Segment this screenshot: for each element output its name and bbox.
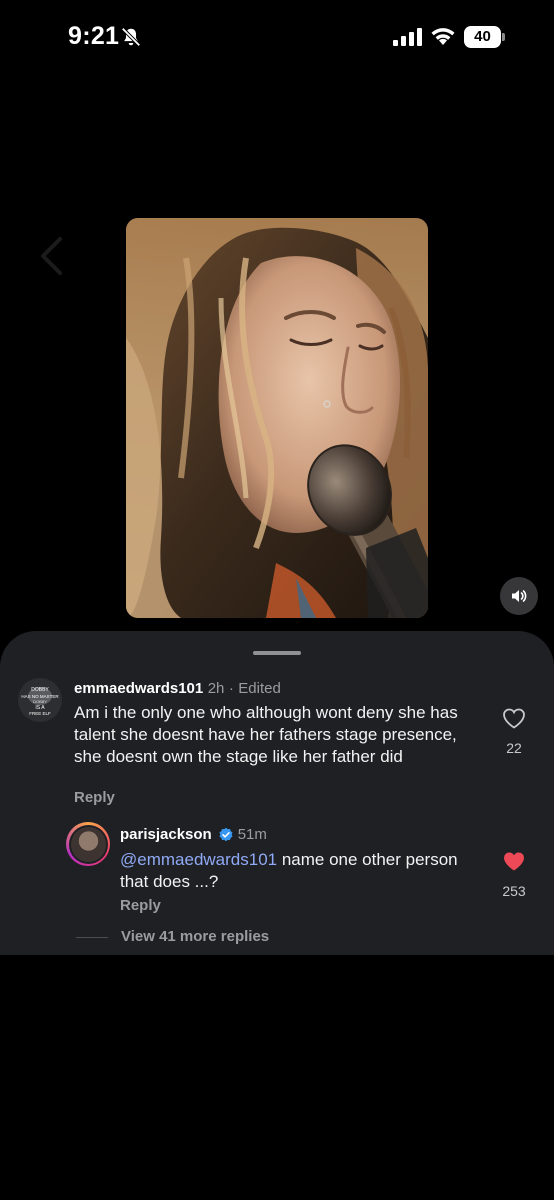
speaker-icon (512, 590, 527, 602)
comment-text: Am i the only one who although wont deny… (74, 703, 458, 766)
reply-text: @emmaedwards101 name one other person th… (120, 849, 480, 893)
battery-icon: 40 (464, 26, 506, 48)
avatar[interactable]: DOBBY HAS NO MASTER DOBBY IS A FREE ELF (18, 678, 62, 722)
heart-outline-icon[interactable] (502, 707, 526, 729)
reply-username[interactable]: parisjackson (120, 826, 212, 843)
avatar-image: DOBBY HAS NO MASTER DOBBY IS A FREE ELF (18, 678, 62, 722)
battery-level: 40 (464, 26, 501, 48)
sound-toggle-button[interactable] (500, 577, 538, 615)
comment-age: 2h (207, 680, 225, 697)
sheet-grab-handle[interactable] (253, 651, 301, 655)
edited-label: Edited (238, 680, 281, 697)
reply-header: parisjackson 51m (120, 826, 267, 843)
heart-filled-icon[interactable] (502, 850, 526, 872)
meta-separator: · (228, 680, 234, 697)
avatar-ring-gap (68, 824, 108, 864)
like-count: 253 (502, 883, 526, 899)
svg-text:FREE ELF: FREE ELF (29, 711, 51, 716)
reply-button[interactable]: Reply (120, 897, 161, 914)
avatar[interactable] (66, 822, 110, 866)
reply-age: 51m (237, 826, 267, 843)
thread-line (76, 937, 108, 938)
view-more-replies-button[interactable]: View 41 more replies (121, 928, 269, 945)
comment-header: emmaedwards101 2h · Edited (74, 680, 281, 698)
video-frame (126, 218, 428, 618)
svg-text:DOBBY: DOBBY (33, 699, 47, 704)
reply-button[interactable]: Reply (74, 789, 115, 806)
back-chevron-icon[interactable] (38, 236, 64, 276)
status-time: 9:21 (68, 22, 120, 50)
comments-sheet: DOBBY HAS NO MASTER DOBBY IS A FREE ELF … (0, 631, 554, 955)
battery-cap (502, 33, 505, 41)
mention-link[interactable]: @emmaedwards101 (120, 850, 277, 869)
cellular-signal-icon (393, 28, 422, 46)
video-player[interactable] (126, 218, 428, 618)
status-bar: 9:21 40 (0, 0, 554, 76)
wifi-icon (431, 28, 455, 45)
comment-username[interactable]: emmaedwards101 (74, 680, 203, 697)
like-count: 22 (506, 740, 522, 756)
avatar-image (70, 826, 106, 862)
verified-badge-icon (219, 827, 233, 841)
screen: 9:21 40 DOBBY HAS NO MASTER DOBBY IS A F… (0, 0, 554, 1200)
svg-text:DOBBY: DOBBY (31, 687, 49, 693)
bell-slash-icon (121, 27, 141, 47)
